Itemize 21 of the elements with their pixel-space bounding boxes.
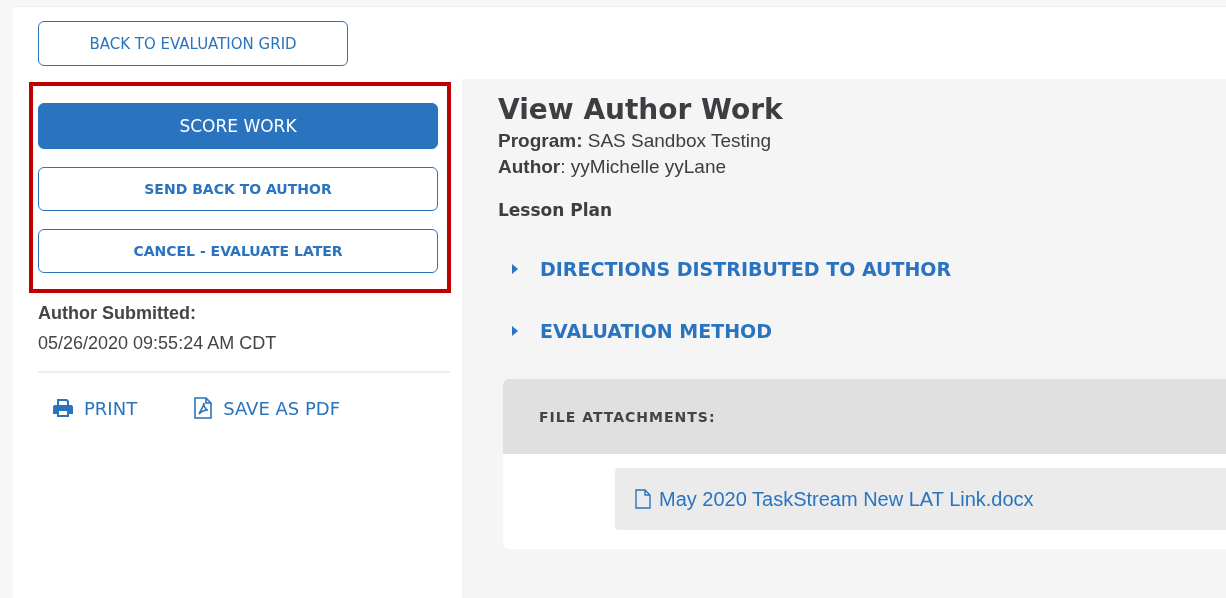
submitted-label: Author Submitted: bbox=[38, 303, 197, 324]
action-button[interactable]: SEND BACK TO AUTHOR bbox=[38, 167, 438, 211]
document-icon bbox=[635, 489, 651, 509]
accordion-toggle[interactable]: EVALUATION METHOD bbox=[498, 320, 1226, 342]
caret-icon bbox=[510, 264, 520, 274]
pdf-link[interactable]: SAVE AS PDF bbox=[193, 397, 340, 419]
print-link[interactable]: PRINT bbox=[52, 397, 138, 419]
action-button[interactable]: SCORE WORK bbox=[38, 103, 438, 149]
action-button[interactable]: CANCEL - EVALUATE LATER bbox=[38, 229, 438, 273]
attachments-heading: FILE ATTACHMENTS: bbox=[539, 408, 716, 425]
submitted-date: 05/26/2020 09:55:24 AM CDT bbox=[38, 333, 278, 354]
printer-icon bbox=[52, 398, 74, 418]
pdf-file-icon bbox=[193, 397, 214, 419]
meta-line: Program: SAS Sandbox Testing bbox=[498, 130, 773, 152]
section-title: Lesson Plan bbox=[498, 200, 614, 220]
accordion-toggle[interactable]: DIRECTIONS DISTRIBUTED TO AUTHOR bbox=[498, 258, 1226, 280]
page-title: View Author Work bbox=[498, 93, 784, 126]
caret-icon bbox=[510, 326, 520, 336]
file-link[interactable]: May 2020 TaskStream New LAT Link.docx bbox=[615, 468, 1226, 530]
meta-line: Author: yyMichelle yyLane bbox=[498, 156, 728, 178]
back-button[interactable]: BACK TO EVALUATION GRID bbox=[38, 21, 348, 66]
